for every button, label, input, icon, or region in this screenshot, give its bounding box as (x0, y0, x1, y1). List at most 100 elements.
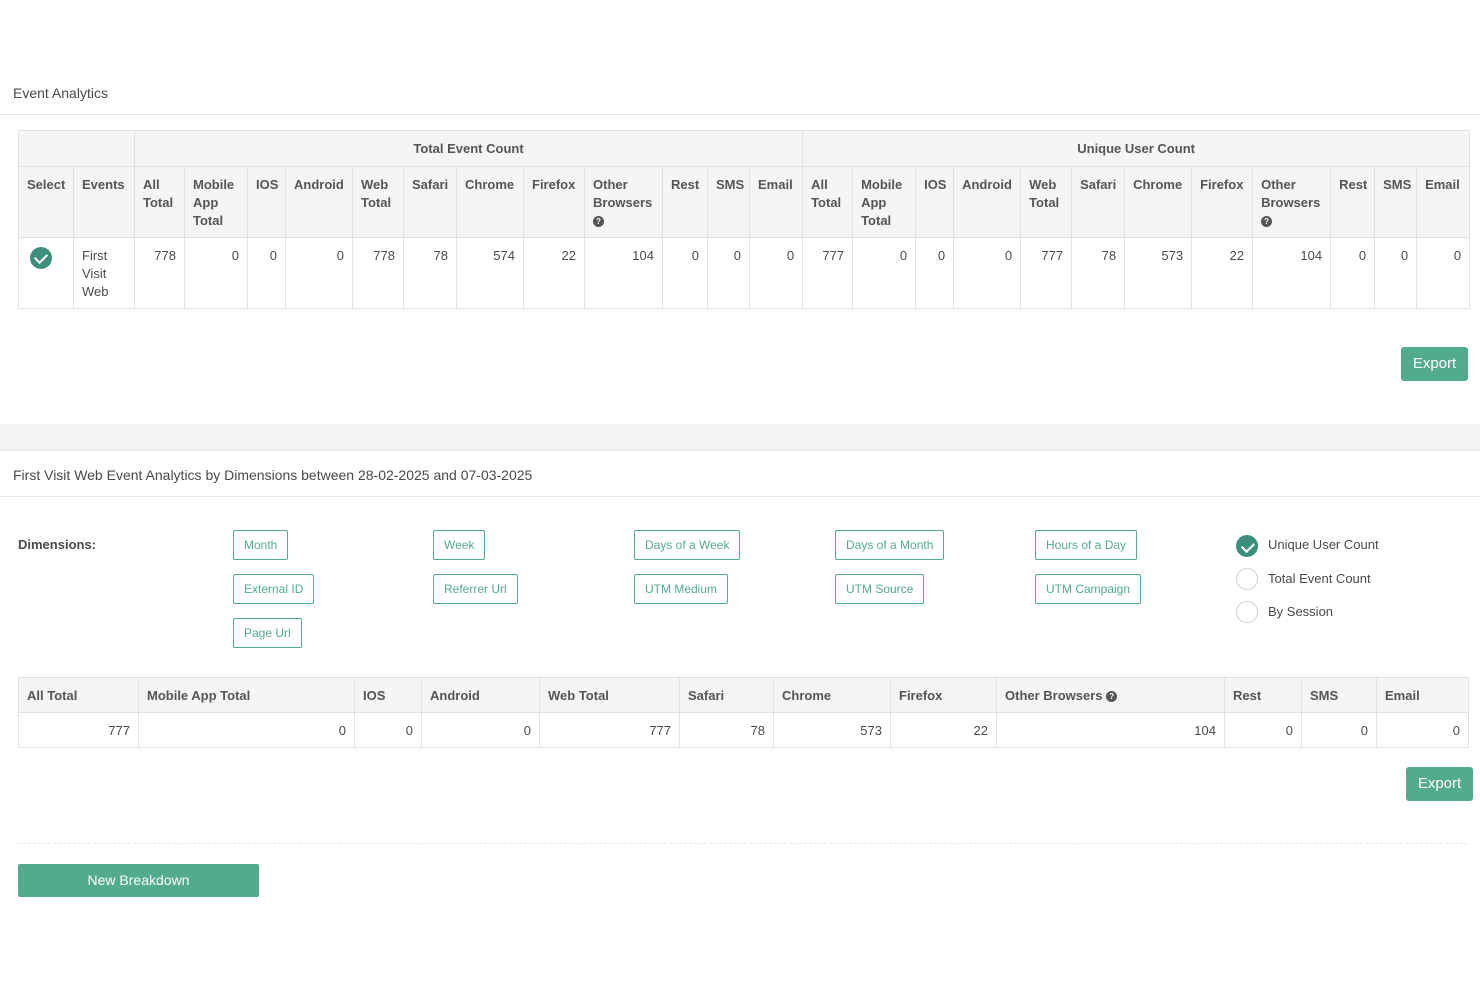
export-button[interactable]: Export (1401, 347, 1468, 381)
total-rest-header: Rest (662, 166, 708, 238)
total-value-cell: 104 (584, 237, 663, 309)
other-browsers-label: Other Browsers (593, 177, 653, 210)
total-other-browsers-header: Other Browsers? (584, 166, 663, 238)
dimension-hours-of-day-chip[interactable]: Hours of a Day (1035, 530, 1138, 560)
unique-other-browsers-header: Other Browsers? (1252, 166, 1332, 238)
by-session-radio[interactable] (1236, 601, 1258, 623)
unique-value-cell: 104 (1252, 237, 1332, 309)
total-event-count-label[interactable]: Total Event Count (1268, 571, 1371, 586)
divider (0, 114, 1480, 115)
check-circle-icon[interactable] (30, 247, 52, 269)
table-row: 777 0 0 0 777 78 573 22 104 0 0 0 (18, 712, 1469, 748)
unique-value-cell: 0 (852, 237, 917, 309)
total-all-total-header: All Total (134, 166, 185, 238)
unique-rest-header: Rest (1330, 166, 1376, 238)
total-value-cell: 0 (184, 237, 248, 309)
unique-value-cell: 78 (1071, 237, 1126, 309)
unique-chrome-header: Chrome (1124, 166, 1193, 238)
value-cell: 0 (1224, 712, 1302, 748)
dimension-utm-source-chip[interactable]: UTM Source (835, 574, 925, 604)
unique-user-count-label[interactable]: Unique User Count (1268, 537, 1379, 552)
total-ios-header: IOS (247, 166, 286, 238)
total-android-header: Android (285, 166, 353, 238)
unique-value-cell: 0 (915, 237, 955, 309)
total-value-cell: 22 (523, 237, 585, 309)
value-cell: 0 (421, 712, 540, 748)
dimension-referrer-url-chip[interactable]: Referrer Url (433, 574, 518, 604)
total-value-cell: 0 (662, 237, 708, 309)
new-breakdown-button[interactable]: New Breakdown (18, 864, 259, 897)
dimension-page-url-chip[interactable]: Page Url (233, 618, 302, 648)
value-cell: 0 (1376, 712, 1469, 748)
value-cell: 0 (354, 712, 422, 748)
select-header: Select (18, 166, 74, 238)
value-cell: 22 (890, 712, 997, 748)
select-cell (18, 237, 74, 309)
value-cell: 573 (773, 712, 891, 748)
total-value-cell: 778 (352, 237, 404, 309)
web-total-header: Web Total (539, 677, 680, 713)
total-value-cell: 778 (134, 237, 185, 309)
safari-header: Safari (679, 677, 774, 713)
unique-mobile-app-total-header: Mobile App Total (852, 166, 917, 238)
by-session-label[interactable]: By Session (1268, 604, 1333, 619)
firefox-header: Firefox (890, 677, 997, 713)
email-header: Email (1376, 677, 1469, 713)
event-analytics-title: Event Analytics (13, 85, 108, 101)
other-browsers-label: Other Browsers (1261, 177, 1321, 210)
total-email-header: Email (748, 166, 804, 238)
other-browsers-header: Other Browsers ? (996, 677, 1225, 713)
dimension-days-of-month-chip[interactable]: Days of a Month (835, 530, 945, 560)
total-value-cell: 0 (707, 237, 750, 309)
unique-user-count-header: Unique User Count (802, 130, 1471, 167)
dimension-summary-table: All Total Mobile App Total IOS Android W… (18, 677, 1469, 748)
dimension-month-chip[interactable]: Month (233, 530, 289, 560)
other-browsers-label: Other Browsers (1005, 688, 1103, 703)
total-firefox-header: Firefox (523, 166, 585, 238)
chrome-header: Chrome (773, 677, 891, 713)
value-cell: 78 (679, 712, 774, 748)
event-name-cell: First Visit Web (73, 237, 135, 309)
empty-group-header (18, 130, 135, 167)
question-circle-icon[interactable]: ? (1106, 691, 1118, 703)
rest-header: Rest (1224, 677, 1302, 713)
divider (0, 496, 1480, 497)
dimension-week-chip[interactable]: Week (433, 530, 486, 560)
export-button[interactable]: Export (1406, 767, 1473, 801)
unique-value-cell: 777 (1020, 237, 1073, 309)
dimensions-label: Dimensions: (18, 537, 97, 552)
unique-email-header: Email (1416, 166, 1471, 238)
all-total-header: All Total (18, 677, 139, 713)
unique-all-total-header: All Total (802, 166, 854, 238)
unique-android-header: Android (953, 166, 1022, 238)
question-circle-icon[interactable]: ? (593, 216, 604, 228)
android-header: Android (421, 677, 540, 713)
ios-header: IOS (354, 677, 422, 713)
question-circle-icon[interactable]: ? (1261, 216, 1273, 228)
events-header: Events (73, 166, 135, 238)
total-safari-header: Safari (403, 166, 457, 238)
table-row[interactable]: First Visit Web 778 0 0 0 778 78 574 22 … (18, 237, 1471, 309)
dimension-days-of-week-chip[interactable]: Days of a Week (634, 530, 741, 560)
unique-web-total-header: Web Total (1020, 166, 1073, 238)
value-cell: 104 (996, 712, 1225, 748)
unique-sms-header: SMS (1374, 166, 1418, 238)
total-chrome-header: Chrome (456, 166, 524, 238)
total-mobile-app-total-header: Mobile App Total (184, 166, 248, 238)
dimension-utm-medium-chip[interactable]: UTM Medium (634, 574, 729, 604)
mobile-app-total-header: Mobile App Total (138, 677, 355, 713)
unique-ios-header: IOS (915, 166, 955, 238)
unique-value-cell: 0 (953, 237, 1022, 309)
total-event-count-radio[interactable] (1236, 568, 1258, 590)
unique-safari-header: Safari (1071, 166, 1126, 238)
value-cell: 0 (138, 712, 355, 748)
value-cell: 777 (539, 712, 680, 748)
unique-user-count-radio[interactable] (1236, 535, 1258, 557)
unique-value-cell: 0 (1330, 237, 1376, 309)
dimension-external-id-chip[interactable]: External ID (233, 574, 315, 604)
dimension-utm-campaign-chip[interactable]: UTM Campaign (1035, 574, 1142, 604)
value-cell: 777 (18, 712, 139, 748)
section-separator (0, 424, 1480, 451)
sms-header: SMS (1301, 677, 1377, 713)
unique-firefox-header: Firefox (1191, 166, 1254, 238)
